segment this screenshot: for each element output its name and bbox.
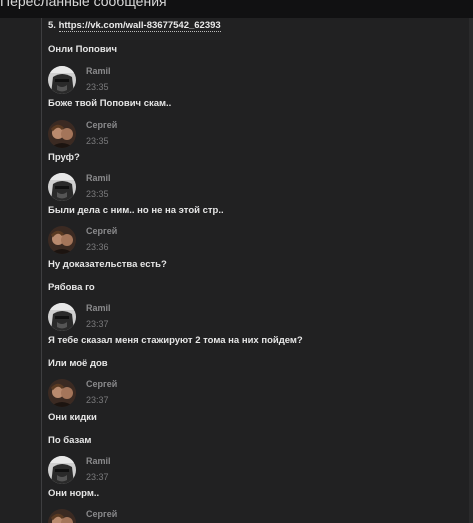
wall-post-link[interactable]: https://vk.com/wall-83677542_62393	[58, 20, 221, 32]
message-text: Рябова го	[48, 282, 95, 293]
message-time: 23:37	[86, 319, 109, 329]
forwarded-messages-window: Пересланные сообщения 5. https://vk.com/…	[0, 0, 473, 523]
author-name[interactable]: Ramil	[86, 303, 111, 313]
author-name[interactable]: Сергей	[86, 509, 117, 519]
window-title: Пересланные сообщения	[0, 0, 167, 9]
avatar[interactable]	[48, 456, 76, 484]
message-header: Сергей 23:35	[48, 120, 348, 150]
message-time: 23:35	[86, 136, 109, 146]
message-text: Пруф?	[48, 152, 80, 163]
message-text: Онли Попович	[48, 44, 118, 55]
avatar[interactable]	[48, 379, 76, 407]
author-name[interactable]: Сергей	[86, 379, 117, 389]
message-header: Сергей	[48, 509, 348, 523]
message-text: Боже твой Попович скам..	[48, 98, 172, 109]
message-time: 23:36	[86, 242, 109, 252]
message-header: Ramil 23:35	[48, 173, 348, 203]
message-header: Ramil 23:37	[48, 456, 348, 486]
message-link-line: 5. https://vk.com/wall-83677542_62393	[48, 20, 221, 32]
message-text: Были дела с ним.. но не на этой стр..	[48, 205, 224, 216]
avatar[interactable]	[48, 303, 76, 331]
message-header: Сергей 23:36	[48, 226, 348, 256]
quote-border	[41, 18, 42, 523]
message-text: Они норм..	[48, 488, 100, 499]
message-text: Или моё дов	[48, 358, 108, 369]
message-text: Они кидки	[48, 412, 97, 423]
scrollbar-track[interactable]	[469, 18, 473, 523]
author-name[interactable]: Ramil	[86, 66, 111, 76]
avatar[interactable]	[48, 120, 76, 148]
author-name[interactable]: Сергей	[86, 120, 117, 130]
avatar[interactable]	[48, 66, 76, 94]
message-text: Я тебе сказал меня стажируют 2 тома на н…	[48, 335, 303, 346]
link-prefix: 5.	[48, 20, 59, 31]
message-time: 23:37	[86, 395, 109, 405]
message-text: По базам	[48, 435, 92, 446]
message-time: 23:37	[86, 472, 109, 482]
message-header: Сергей 23:37	[48, 379, 348, 409]
message-text: Ну доказательства есть?	[48, 259, 167, 270]
avatar[interactable]	[48, 226, 76, 254]
avatar[interactable]	[48, 173, 76, 201]
message-time: 23:35	[86, 82, 109, 92]
author-name[interactable]: Ramil	[86, 456, 111, 466]
message-header: Ramil 23:37	[48, 303, 348, 333]
window-titlebar: Пересланные сообщения	[0, 0, 473, 18]
forwarded-messages-content[interactable]: 5. https://vk.com/wall-83677542_62393 Он…	[0, 18, 473, 523]
avatar[interactable]	[48, 509, 76, 523]
author-name[interactable]: Сергей	[86, 226, 117, 236]
message-time: 23:35	[86, 189, 109, 199]
author-name[interactable]: Ramil	[86, 173, 111, 183]
message-header: Ramil 23:35	[48, 66, 348, 96]
